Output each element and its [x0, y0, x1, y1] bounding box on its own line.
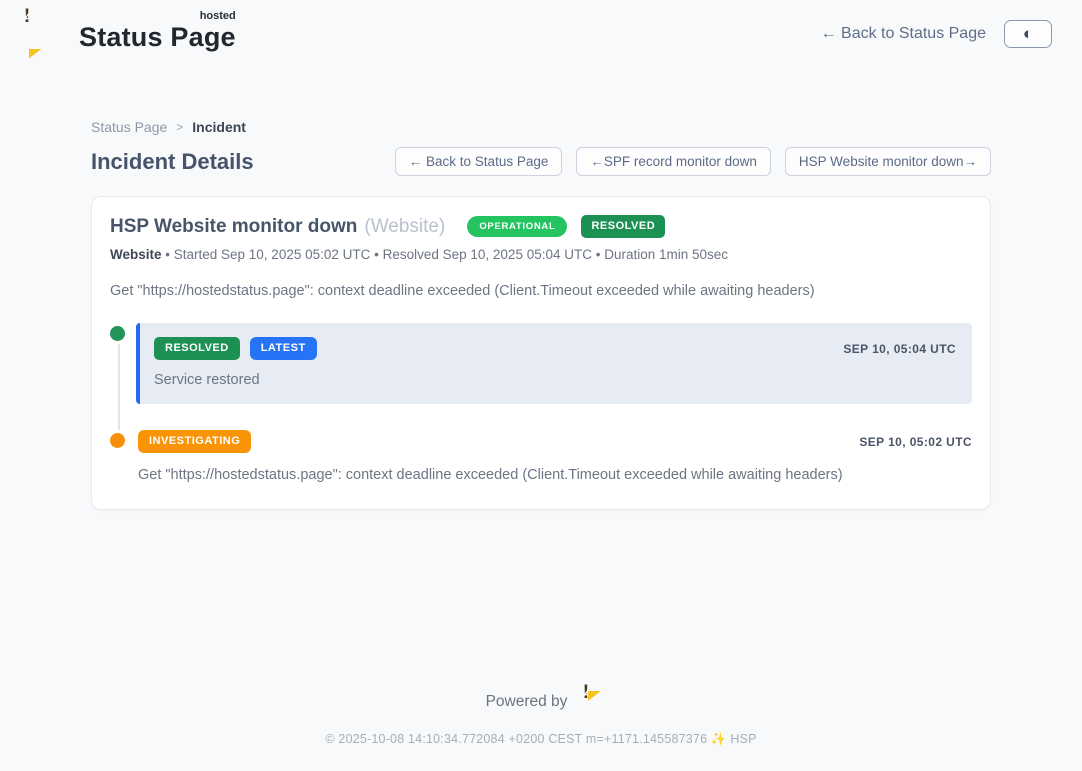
brand-name: Status Page — [79, 22, 236, 52]
incident-title-row: HSP Website monitor down (Website) OPERA… — [110, 215, 972, 238]
powered-by: Powered by ! ✓ — [0, 692, 1082, 711]
previous-incident-button[interactable]: ←SPF record monitor down — [576, 147, 771, 176]
timeline-badges: RESOLVED LATEST — [154, 337, 317, 360]
powered-by-label: Powered by — [486, 693, 568, 711]
timeline-badges: INVESTIGATING — [138, 430, 251, 453]
investigating-badge: INVESTIGATING — [138, 430, 251, 453]
brand-hosted-label: hosted — [200, 10, 236, 22]
incident-timeline: RESOLVED LATEST SEP 10, 05:04 UTC Servic… — [110, 323, 972, 483]
footer: Powered by ! ✓ © 2025-10-08 14:10:34.772… — [0, 692, 1082, 771]
incident-meta-details: • Started Sep 10, 2025 05:02 UTC • Resol… — [162, 247, 729, 262]
timeline-entry-box: INVESTIGATING SEP 10, 05:02 UTC Get "htt… — [136, 430, 972, 483]
breadcrumb-status-page[interactable]: Status Page — [91, 119, 167, 135]
timeline-entry-header: RESOLVED LATEST SEP 10, 05:04 UTC — [154, 337, 956, 360]
incident-title: HSP Website monitor down — [110, 216, 357, 238]
incident-component: (Website) — [364, 216, 445, 238]
title-row: Incident Details ← Back to Status Page ←… — [91, 147, 991, 176]
back-to-status-page-link[interactable]: ← Back to Status Page — [821, 25, 986, 43]
timeline-dot-investigating-icon — [110, 433, 125, 448]
page-title: Incident Details — [91, 149, 254, 175]
header-actions: ← Back to Status Page ◐ — [821, 20, 1052, 48]
timeline-entry-box: RESOLVED LATEST SEP 10, 05:04 UTC Servic… — [136, 323, 972, 404]
back-to-status-page-button[interactable]: ← Back to Status Page — [395, 147, 563, 176]
brand-text: hosted Status Page — [79, 14, 236, 53]
incident-meta-component: Website — [110, 247, 162, 262]
half-circle-icon: ◐ — [1023, 25, 1033, 42]
timeline-timestamp: SEP 10, 05:02 UTC — [859, 435, 972, 449]
header: ! ✓ hosted Status Page ← Back to Status … — [0, 0, 1082, 53]
hsp-logo-icon[interactable]: ! ✓ — [575, 693, 596, 712]
timeline-gutter — [110, 323, 136, 404]
incident-card: HSP Website monitor down (Website) OPERA… — [91, 196, 991, 510]
bubble-tail — [29, 49, 42, 59]
theme-toggle-button[interactable]: ◐ — [1004, 20, 1052, 48]
brand-logo[interactable]: ! ✓ hosted Status Page — [27, 14, 236, 53]
timeline-entry-investigating: INVESTIGATING SEP 10, 05:02 UTC Get "htt… — [110, 430, 972, 483]
copyright-line: © 2025-10-08 14:10:34.772084 +0200 CEST … — [0, 732, 1082, 747]
breadcrumb-separator: > — [176, 120, 183, 134]
resolved-badge: RESOLVED — [154, 337, 240, 360]
timeline-message: Service restored — [154, 372, 956, 388]
operational-status-badge: OPERATIONAL — [467, 216, 567, 238]
next-incident-button[interactable]: HSP Website monitor down→ — [785, 147, 991, 176]
latest-badge: LATEST — [250, 337, 317, 360]
incident-meta: Website • Started Sep 10, 2025 05:02 UTC… — [110, 247, 972, 262]
incident-nav-buttons: ← Back to Status Page ←SPF record monito… — [395, 147, 991, 176]
breadcrumb-incident: Incident — [192, 119, 246, 135]
brand-logo-icon: ! ✓ — [27, 17, 67, 51]
resolved-state-badge: RESOLVED — [581, 215, 665, 238]
timeline-dot-resolved-icon — [110, 326, 125, 341]
breadcrumb: Status Page > Incident — [91, 119, 991, 135]
timeline-entry-resolved: RESOLVED LATEST SEP 10, 05:04 UTC Servic… — [110, 323, 972, 404]
main-content: Status Page > Incident Incident Details … — [91, 119, 991, 510]
timeline-gutter — [110, 430, 136, 483]
timeline-entry-header: INVESTIGATING SEP 10, 05:02 UTC — [138, 430, 972, 453]
incident-description: Get "https://hostedstatus.page": context… — [110, 283, 972, 299]
timeline-message: Get "https://hostedstatus.page": context… — [138, 467, 972, 483]
timeline-timestamp: SEP 10, 05:04 UTC — [843, 342, 956, 356]
